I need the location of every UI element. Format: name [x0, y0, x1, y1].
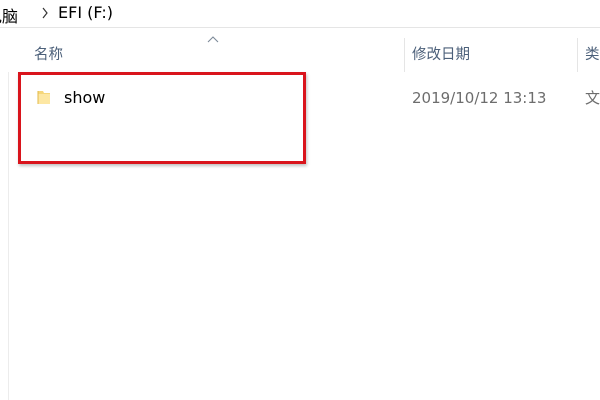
column-name[interactable]: 名称 — [34, 38, 63, 72]
column-type[interactable]: 类 — [585, 38, 600, 72]
breadcrumb-computer[interactable]: 电脑 — [0, 3, 18, 27]
highlight-annotation — [18, 72, 306, 164]
file-explorer-window: 电脑 EFI (F:) 名称 修改日期 类 show 2019/10/12 13… — [0, 0, 600, 400]
column-date-modified[interactable]: 修改日期 — [412, 38, 470, 72]
column-divider[interactable] — [404, 38, 405, 72]
pane-divider — [8, 72, 9, 400]
column-header: 名称 修改日期 类 — [0, 36, 600, 72]
address-bar[interactable]: 电脑 EFI (F:) — [0, 0, 600, 28]
sort-ascending-icon — [207, 36, 219, 43]
file-modified-date: 2019/10/12 13:13 — [412, 89, 547, 107]
chevron-right-icon[interactable] — [38, 4, 52, 22]
column-divider[interactable] — [577, 38, 578, 72]
breadcrumb-drive[interactable]: EFI (F:) — [58, 3, 113, 22]
file-type: 文 — [585, 89, 600, 107]
